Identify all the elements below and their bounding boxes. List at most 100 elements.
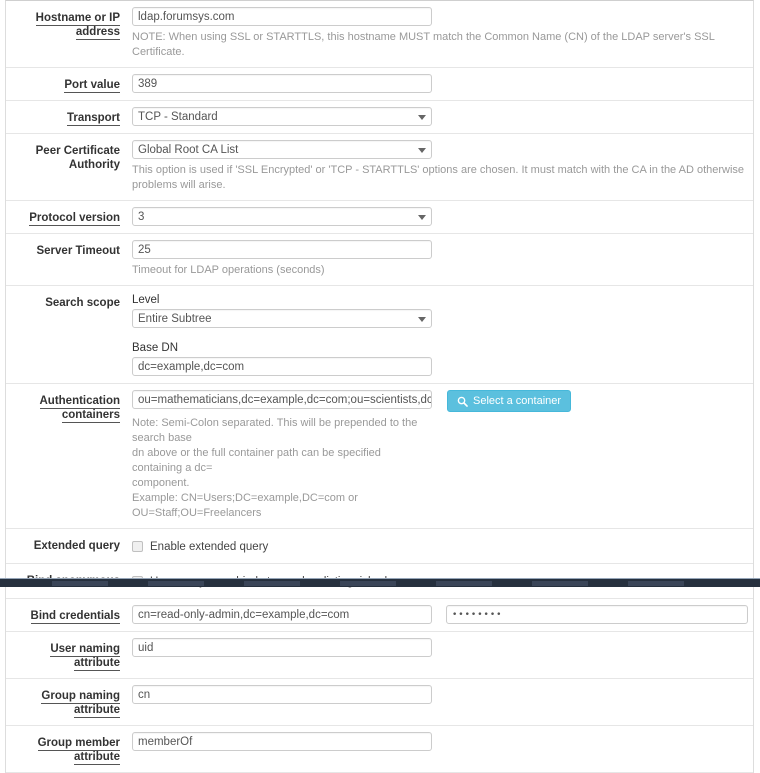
search-scope-level-select[interactable]: Entire Subtree — [132, 309, 432, 328]
transport-select-wrapper: TCP - Standard — [132, 107, 432, 126]
label-bind-credentials-text: Bind credentials — [31, 610, 120, 624]
help-line-4: Example: CN=Users;DC=example,DC=com or O… — [132, 491, 432, 521]
form-row-group-naming-attribute: Group naming attribute cn — [6, 679, 753, 726]
form-row-extended-query: Extended query Enable extended query — [6, 529, 753, 564]
field-group-member-attribute: memberOf — [128, 726, 753, 758]
authentication-containers-row: ou=mathematicians,dc=example,dc=com;ou=s… — [132, 390, 753, 412]
extended-query-checkbox[interactable] — [132, 541, 143, 552]
label-hostname: Hostname or IP address — [6, 1, 128, 47]
label-user-naming-attribute: User naming attribute — [6, 632, 128, 678]
label-extended-query: Extended query — [6, 529, 128, 561]
bind-credentials-row: cn=read-only-admin,dc=example,dc=com •••… — [132, 605, 753, 624]
label-protocol-version: Protocol version — [6, 201, 128, 233]
bottom-bar-segment — [436, 581, 492, 586]
label-extended-query-text: Extended query — [34, 540, 120, 552]
protocol-version-select-wrapper: 3 — [132, 207, 432, 226]
label-search-scope: Search scope — [6, 286, 128, 318]
label-search-scope-text: Search scope — [45, 297, 120, 309]
field-port: 389 — [128, 68, 753, 100]
label-authentication-containers: Authentication containers — [6, 384, 128, 430]
field-hostname: ldap.forumsys.com NOTE: When using SSL o… — [128, 1, 753, 67]
chevron-down-icon — [418, 317, 426, 322]
form-row-transport: Transport TCP - Standard — [6, 101, 753, 134]
label-group-member-attribute-text: Group member attribute — [38, 737, 120, 765]
chevron-down-icon — [418, 215, 426, 220]
bottom-bar-segment — [244, 581, 300, 586]
port-input[interactable]: 389 — [132, 74, 432, 93]
label-hostname-text: Hostname or IP address — [36, 12, 120, 40]
server-timeout-help-text: Timeout for LDAP operations (seconds) — [132, 263, 747, 278]
bottom-navigation-bar — [0, 578, 760, 587]
help-line-2: dn above or the full container path can … — [132, 446, 432, 476]
select-a-container-button-label: Select a container — [473, 395, 561, 407]
bottom-bar-segment — [148, 581, 204, 586]
chevron-down-icon — [418, 115, 426, 120]
form-row-port: Port value 389 — [6, 68, 753, 101]
label-port: Port value — [6, 68, 128, 100]
form-row-search-scope: Search scope Level Entire Subtree Base D… — [6, 286, 753, 384]
group-naming-attribute-input[interactable]: cn — [132, 685, 432, 704]
search-icon — [457, 396, 468, 407]
field-group-naming-attribute: cn — [128, 679, 753, 711]
form-row-group-member-attribute: Group member attribute memberOf — [6, 726, 753, 773]
server-timeout-input[interactable]: 25 — [132, 240, 432, 259]
bottom-bar-segment — [340, 581, 396, 586]
extended-query-checkbox-label: Enable extended query — [150, 541, 268, 553]
label-peer-certificate-authority-text: Peer Certificate Authority — [36, 145, 120, 171]
ldap-settings-form: Hostname or IP address ldap.forumsys.com… — [5, 0, 754, 773]
label-group-naming-attribute: Group naming attribute — [6, 679, 128, 725]
field-search-scope: Level Entire Subtree Base DN dc=example,… — [128, 286, 753, 383]
bind-credentials-username-input[interactable]: cn=read-only-admin,dc=example,dc=com — [132, 605, 432, 624]
form-row-server-timeout: Server Timeout 25 Timeout for LDAP opera… — [6, 234, 753, 286]
field-user-naming-attribute: uid — [128, 632, 753, 664]
field-protocol-version: 3 — [128, 201, 753, 233]
label-group-naming-attribute-text: Group naming attribute — [41, 690, 120, 718]
peer-ca-select-wrapper: Global Root CA List — [132, 140, 432, 159]
form-row-peer-certificate-authority: Peer Certificate Authority Global Root C… — [6, 134, 753, 201]
label-protocol-version-text: Protocol version — [29, 212, 120, 226]
search-scope-level-select-wrapper: Entire Subtree — [132, 309, 432, 328]
search-scope-level-label: Level — [132, 294, 753, 306]
form-row-protocol-version: Protocol version 3 — [6, 201, 753, 234]
label-transport: Transport — [6, 101, 128, 133]
field-server-timeout: 25 Timeout for LDAP operations (seconds) — [128, 234, 753, 285]
extended-query-checkbox-row[interactable]: Enable extended query — [132, 535, 753, 556]
group-member-attribute-input[interactable]: memberOf — [132, 732, 432, 751]
label-server-timeout: Server Timeout — [6, 234, 128, 266]
authentication-containers-help-text: Note: Semi-Colon separated. This will be… — [132, 416, 432, 521]
protocol-version-select[interactable]: 3 — [132, 207, 432, 226]
hostname-help-text: NOTE: When using SSL or STARTTLS, this h… — [132, 30, 747, 60]
label-server-timeout-text: Server Timeout — [36, 245, 120, 257]
bottom-bar-segment — [52, 581, 108, 586]
field-peer-certificate-authority: Global Root CA List This option is used … — [128, 134, 753, 200]
form-row-user-naming-attribute: User naming attribute uid — [6, 632, 753, 679]
label-peer-certificate-authority: Peer Certificate Authority — [6, 134, 128, 180]
hostname-input[interactable]: ldap.forumsys.com — [132, 7, 432, 26]
peer-ca-select[interactable]: Global Root CA List — [132, 140, 432, 159]
peer-ca-help-text: This option is used if 'SSL Encrypted' o… — [132, 163, 747, 193]
form-row-authentication-containers: Authentication containers ou=mathematici… — [6, 384, 753, 529]
bottom-bar-segment — [628, 581, 684, 586]
label-bind-credentials: Bind credentials — [6, 599, 128, 631]
field-transport: TCP - Standard — [128, 101, 753, 133]
label-group-member-attribute: Group member attribute — [6, 726, 128, 772]
label-user-naming-attribute-text: User naming attribute — [50, 643, 120, 671]
select-a-container-button[interactable]: Select a container — [447, 390, 571, 412]
bind-credentials-password-input[interactable]: •••••••• — [446, 605, 748, 624]
form-row-hostname: Hostname or IP address ldap.forumsys.com… — [6, 1, 753, 68]
help-line-3: component. — [132, 476, 432, 491]
search-scope-basedn-label: Base DN — [132, 342, 753, 354]
field-bind-credentials: cn=read-only-admin,dc=example,dc=com •••… — [128, 599, 753, 631]
chevron-down-icon — [418, 148, 426, 153]
field-extended-query: Enable extended query — [128, 529, 753, 563]
form-row-bind-credentials: Bind credentials cn=read-only-admin,dc=e… — [6, 599, 753, 632]
authentication-containers-input[interactable]: ou=mathematicians,dc=example,dc=com;ou=s… — [132, 390, 432, 409]
label-port-text: Port value — [64, 79, 120, 93]
label-authentication-containers-text: Authentication containers — [40, 395, 121, 423]
label-transport-text: Transport — [67, 112, 120, 126]
user-naming-attribute-input[interactable]: uid — [132, 638, 432, 657]
help-line-1: Note: Semi-Colon separated. This will be… — [132, 416, 432, 446]
search-scope-basedn-input[interactable]: dc=example,dc=com — [132, 357, 432, 376]
bottom-bar-segment — [532, 581, 588, 586]
transport-select[interactable]: TCP - Standard — [132, 107, 432, 126]
